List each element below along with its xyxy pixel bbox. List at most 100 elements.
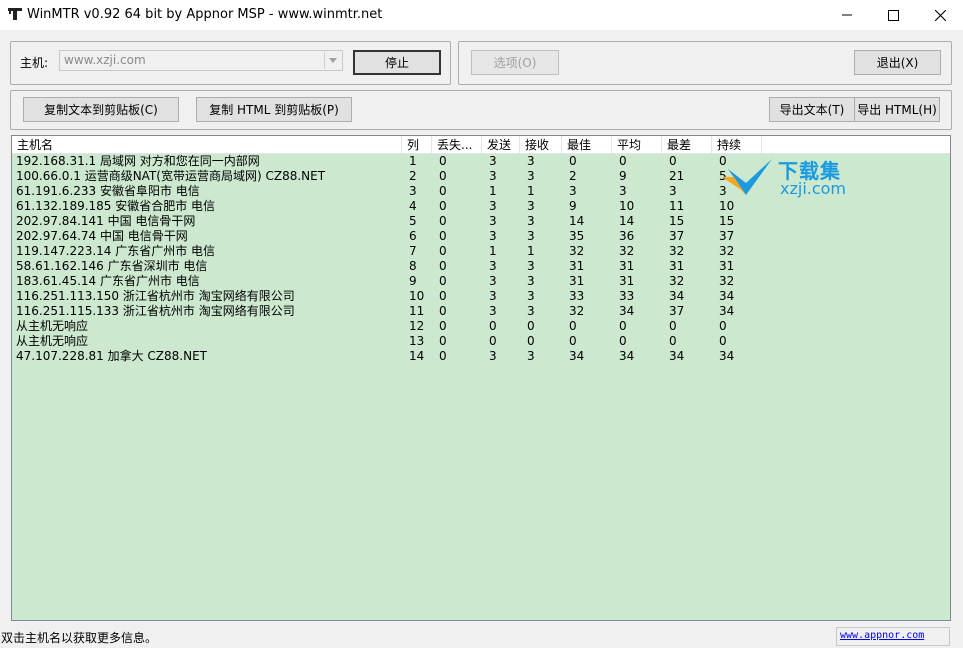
combo-dropdown-button[interactable]: [324, 52, 341, 69]
column-header-nr[interactable]: 列: [402, 136, 432, 153]
cell-avg: 32: [619, 244, 635, 258]
cell-best: 33: [569, 289, 585, 303]
table-row[interactable]: 183.61.45.14 广东省广州市 电信 9 0 3 3 31 31 32 32: [12, 274, 950, 289]
cell-worst: 0: [669, 334, 677, 348]
cell-host[interactable]: 116.251.115.133 浙江省杭州市 淘宝网络有限公司: [12, 304, 402, 319]
cell-sent: 3: [489, 154, 497, 168]
table-row[interactable]: 116.251.113.150 浙江省杭州市 淘宝网络有限公司 10 0 3 3 33 33…: [12, 289, 950, 304]
cell-host[interactable]: 202.97.64.74 中国 电信骨干网: [12, 229, 402, 244]
cell-host[interactable]: 116.251.113.150 浙江省杭州市 淘宝网络有限公司: [12, 289, 402, 304]
cell-avg: 0: [619, 334, 627, 348]
cell-loss: 0: [439, 199, 447, 213]
maximize-button[interactable]: [870, 0, 916, 30]
cell-worst: 37: [669, 229, 685, 243]
cell-nr: 3: [409, 184, 417, 198]
cell-last: 0: [719, 319, 727, 333]
cell-recv: 0: [527, 319, 535, 333]
table-row[interactable]: 47.107.228.81 加拿大 CZ88.NET 14 0 3 3 34 34 34 34: [12, 349, 950, 364]
cell-host[interactable]: 192.168.31.1 局域网 对方和您在同一内部网: [12, 154, 402, 169]
cell-last: 32: [719, 244, 735, 258]
cell-best: 31: [569, 274, 585, 288]
cell-host[interactable]: 61.132.189.185 安徽省合肥市 电信: [12, 199, 402, 214]
column-header-loss[interactable]: 丢失...: [432, 136, 482, 153]
cell-avg: 31: [619, 274, 635, 288]
cell-recv: 3: [527, 214, 535, 228]
window-title: WinMTR v0.92 64 bit by Appnor MSP - www.…: [27, 7, 383, 22]
exit-button[interactable]: 退出(X): [854, 50, 941, 75]
cell-worst: 37: [669, 304, 685, 318]
cell-host[interactable]: 从主机无响应: [12, 334, 402, 349]
cell-worst: 3: [669, 184, 677, 198]
status-text: 双击主机名以获取更多信息。: [1, 631, 158, 645]
cell-avg: 0: [619, 319, 627, 333]
table-row[interactable]: 58.61.162.146 广东省深圳市 电信 8 0 3 3 31 31 31 31: [12, 259, 950, 274]
table-row[interactable]: 202.97.64.74 中国 电信骨干网 6 0 3 3 35 36 37 37: [12, 229, 950, 244]
copy-text-button[interactable]: 复制文本到剪贴板(C): [23, 97, 179, 122]
cell-sent: 3: [489, 274, 497, 288]
cell-recv: 3: [527, 199, 535, 213]
cell-best: 34: [569, 349, 585, 363]
column-header-host[interactable]: 主机名: [12, 136, 402, 153]
cell-worst: 32: [669, 244, 685, 258]
cell-loss: 0: [439, 169, 447, 183]
cell-host[interactable]: 58.61.162.146 广东省深圳市 电信: [12, 259, 402, 274]
results-table[interactable]: 主机名 列 丢失... 发送 接收 最佳 平均 最差 持续 192.168.31…: [11, 135, 951, 621]
close-button[interactable]: [917, 0, 963, 30]
stop-button[interactable]: 停止: [353, 50, 441, 75]
cell-sent: 3: [489, 349, 497, 363]
table-row[interactable]: 202.97.84.141 中国 电信骨干网 5 0 3 3 14 14 15 15: [12, 214, 950, 229]
cell-recv: 3: [527, 259, 535, 273]
cell-worst: 34: [669, 349, 685, 363]
table-row[interactable]: 119.147.223.14 广东省广州市 电信 7 0 1 1 32 32 32 32: [12, 244, 950, 259]
table-row[interactable]: 116.251.115.133 浙江省杭州市 淘宝网络有限公司 11 0 3 3 32 34…: [12, 304, 950, 319]
column-header-best[interactable]: 最佳: [562, 136, 612, 153]
cell-recv: 3: [527, 274, 535, 288]
options-button[interactable]: 选项(O): [471, 50, 559, 75]
cell-worst: 34: [669, 289, 685, 303]
chevron-down-icon: [329, 58, 337, 63]
cell-nr: 13: [409, 334, 425, 348]
cell-loss: 0: [439, 214, 447, 228]
cell-avg: 9: [619, 169, 627, 183]
column-header-worst[interactable]: 最差: [662, 136, 712, 153]
cell-best: 14: [569, 214, 585, 228]
export-html-button[interactable]: 导出 HTML(H): [854, 97, 940, 122]
cell-last: 32: [719, 274, 735, 288]
cell-loss: 0: [439, 259, 447, 273]
export-text-button[interactable]: 导出文本(T): [769, 97, 855, 122]
cell-host[interactable]: 从主机无响应: [12, 319, 402, 334]
cell-loss: 0: [439, 334, 447, 348]
cell-host[interactable]: 47.107.228.81 加拿大 CZ88.NET: [12, 349, 402, 364]
host-input[interactable]: www.xzji.com: [64, 53, 146, 67]
cell-best: 2: [569, 169, 577, 183]
status-bar: 双击主机名以获取更多信息。 www.appnor.com: [0, 625, 963, 648]
cell-nr: 1: [409, 154, 417, 168]
cell-host[interactable]: 100.66.0.1 运营商级NAT(宽带运营商局域网) CZ88.NET: [12, 169, 402, 184]
cell-host[interactable]: 183.61.45.14 广东省广州市 电信: [12, 274, 402, 289]
cell-worst: 15: [669, 214, 685, 228]
host-combobox[interactable]: www.xzji.com: [59, 50, 343, 71]
cell-host[interactable]: 119.147.223.14 广东省广州市 电信: [12, 244, 402, 259]
copy-html-button[interactable]: 复制 HTML 到剪贴板(P): [196, 97, 352, 122]
cell-nr: 4: [409, 199, 417, 213]
column-header-recv[interactable]: 接收: [520, 136, 562, 153]
maximize-icon: [887, 9, 899, 21]
cell-worst: 31: [669, 259, 685, 273]
cell-best: 0: [569, 334, 577, 348]
cell-best: 31: [569, 259, 585, 273]
cell-loss: 0: [439, 274, 447, 288]
cell-host[interactable]: 61.191.6.233 安徽省阜阳市 电信: [12, 184, 402, 199]
appnor-link[interactable]: www.appnor.com: [840, 630, 924, 641]
status-link-panel: www.appnor.com: [836, 627, 950, 646]
cell-sent: 1: [489, 244, 497, 258]
column-header-last[interactable]: 持续: [712, 136, 762, 153]
cell-last: 34: [719, 289, 735, 303]
cell-nr: 12: [409, 319, 425, 333]
cell-avg: 34: [619, 304, 635, 318]
minimize-button[interactable]: [824, 0, 870, 30]
table-row[interactable]: 从主机无响应 12 0 0 0 0 0 0 0: [12, 319, 950, 334]
column-header-sent[interactable]: 发送: [482, 136, 520, 153]
column-header-avg[interactable]: 平均: [612, 136, 662, 153]
table-row[interactable]: 从主机无响应 13 0 0 0 0 0 0 0: [12, 334, 950, 349]
cell-host[interactable]: 202.97.84.141 中国 电信骨干网: [12, 214, 402, 229]
